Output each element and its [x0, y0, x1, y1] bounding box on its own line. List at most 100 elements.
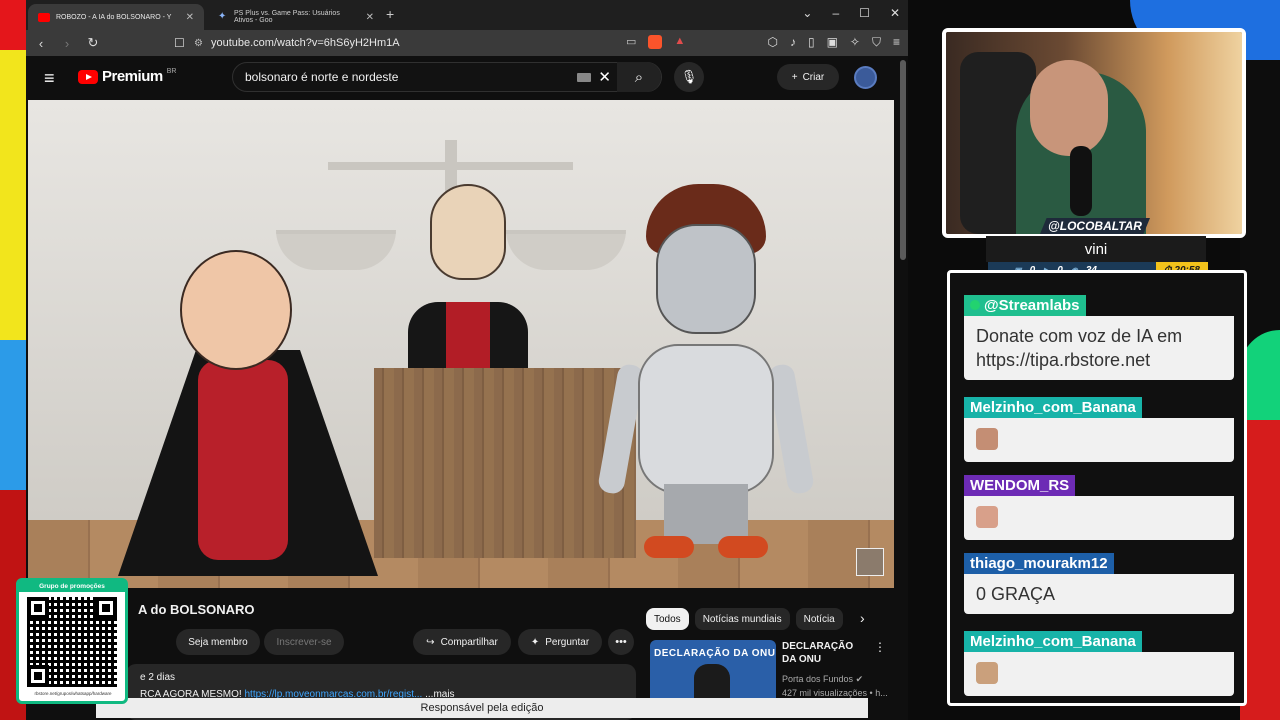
extension-icons: ⬡ ♪ ▯ ▣ ✧ ⛉ ≡ — [767, 35, 900, 50]
close-window-button[interactable]: ✕ — [890, 6, 900, 20]
channel-watermark[interactable] — [856, 548, 884, 576]
streamlabs-icon — [970, 300, 980, 310]
streamer-handle: @LOCOBALTAR — [1040, 218, 1150, 234]
new-tab-button[interactable]: + — [386, 6, 394, 22]
youtube-premium-logo[interactable]: Premium BR — [78, 68, 176, 85]
search-button[interactable]: ⌕ — [617, 62, 661, 92]
window-controls: ⌄ – ☐ ✕ — [802, 6, 900, 20]
join-button[interactable]: Seja membro — [176, 629, 260, 655]
tab-title: ROBOZO - A IA do BOLSONARO - Y — [56, 13, 172, 21]
keyboard-icon[interactable] — [577, 73, 591, 82]
streamer-face — [1030, 60, 1108, 156]
logo-region: BR — [166, 68, 177, 75]
sidebar-icon[interactable]: ▯ — [808, 35, 815, 50]
status-tooltip: Responsável pela edição — [96, 698, 868, 718]
face-emote-icon — [976, 428, 998, 450]
logo-text: Premium — [102, 68, 163, 85]
recommended-views: 427 mil visualizações • h... — [782, 688, 888, 698]
bookmark-icon[interactable]: ☐ — [174, 36, 185, 50]
upload-age: e 2 dias — [140, 672, 176, 683]
face-emote-icon — [976, 506, 998, 528]
more-options-icon[interactable]: ⋮ — [874, 640, 886, 654]
search-box[interactable]: bolsonaro é norte e nordeste ✕ ⌕ — [232, 62, 662, 92]
youtube-play-icon — [78, 69, 98, 84]
cartoon-judge — [408, 184, 528, 374]
brave-rewards-icon[interactable]: ▲ — [674, 35, 685, 49]
chat-message: WENDOM_RS — [964, 475, 1234, 540]
thumbnail-text: DECLARAÇÃO DA ONU — [654, 648, 776, 659]
tab-google[interactable]: ✦ PS Plus vs. Game Pass: Usuários Ativos… — [208, 4, 384, 30]
chat-username: Melzinho_com_Banana — [964, 397, 1142, 418]
face-emote-icon — [976, 662, 998, 684]
account-avatar[interactable] — [854, 66, 877, 89]
reload-icon[interactable]: ↻ — [86, 35, 100, 51]
url-text[interactable]: youtube.com/watch?v=6hS6yH2Hm1A — [211, 37, 400, 49]
youtube-favicon-icon — [38, 12, 50, 22]
close-tab-icon[interactable]: ✕ — [366, 12, 374, 23]
wooden-bench — [374, 368, 636, 558]
chat-message: thiago_mourakm12 0 GRAÇA — [964, 553, 1234, 614]
qr-code — [27, 597, 117, 687]
chip-all[interactable]: Todos — [646, 608, 689, 630]
tab-youtube[interactable]: ROBOZO - A IA do BOLSONARO - Y ✕ — [28, 4, 204, 30]
video-player[interactable] — [28, 100, 894, 588]
back-icon[interactable]: ‹ — [34, 36, 48, 51]
close-tab-icon[interactable]: ✕ — [186, 12, 194, 23]
menu-icon[interactable]: ≡ — [893, 35, 900, 50]
more-actions-button[interactable]: ••• — [608, 629, 634, 655]
chat-emote — [964, 652, 1234, 696]
media-icon[interactable]: ♪ — [790, 35, 796, 50]
cast-icon[interactable]: ▭ — [626, 35, 636, 49]
ask-label: Perguntar — [545, 636, 590, 648]
vpn-icon[interactable]: ⛉ — [872, 35, 881, 50]
chevron-right-icon[interactable]: › — [860, 610, 865, 626]
share-label: Compartilhar — [440, 636, 498, 648]
sparkle-icon: ✦ — [530, 636, 540, 648]
recommended-channel[interactable]: Porta dos Fundos ✔ — [782, 674, 863, 685]
subscribe-button[interactable]: Inscrever-se — [264, 629, 344, 655]
chat-username: WENDOM_RS — [964, 475, 1076, 496]
ai-icon[interactable]: ✧ — [850, 35, 860, 50]
chip-world-news[interactable]: Notícias mundiais — [694, 608, 790, 630]
recommended-title[interactable]: DECLARAÇÃO DA ONU — [782, 640, 866, 666]
chat-text: 0 GRAÇA — [964, 574, 1234, 614]
microphone — [1070, 146, 1092, 216]
site-info-icon[interactable]: ⚙ — [194, 38, 203, 49]
cartoon-robot — [596, 184, 828, 564]
chat-message: Melzinho_com_Banana — [964, 631, 1234, 696]
plus-icon: + — [791, 71, 798, 83]
share-button[interactable]: ↪ Compartilhar — [413, 629, 511, 655]
ask-button[interactable]: ✦ Perguntar — [518, 629, 602, 655]
create-button[interactable]: + Criar — [777, 64, 839, 90]
video-thumbnail[interactable]: DECLARAÇÃO DA ONU — [650, 640, 776, 704]
chat-text: Donate com voz de IA em https://tipa.rbs… — [964, 316, 1234, 380]
voice-search-button[interactable]: 🎙 — [674, 62, 704, 92]
minimize-button[interactable]: – — [832, 6, 839, 20]
search-icon: ⌕ — [634, 68, 644, 86]
wallet-icon[interactable]: ▣ — [827, 35, 838, 50]
chat-message: Melzinho_com_Banana — [964, 397, 1234, 462]
browser-toolbar: ‹ › ↻ ☐ ⚙ youtube.com/watch?v=6hS6yH2Hm1… — [26, 30, 908, 56]
page-scrollbar[interactable] — [900, 60, 906, 260]
search-input[interactable]: bolsonaro é norte e nordeste — [245, 70, 398, 84]
chat-emote — [964, 496, 1234, 540]
tab-list-icon[interactable]: ⌄ — [802, 6, 812, 20]
chat-username: @Streamlabs — [964, 295, 1086, 316]
hamburger-menu-icon[interactable]: ≡ — [44, 68, 55, 89]
create-label: Criar — [802, 71, 825, 83]
chip-news[interactable]: Notícia — [795, 608, 843, 630]
brave-shields-icon[interactable] — [648, 35, 663, 49]
tab-title: PS Plus vs. Game Pass: Usuários Ativos -… — [234, 10, 340, 24]
forward-icon[interactable]: › — [60, 36, 74, 51]
mic-icon: 🎙 — [680, 69, 698, 84]
address-bar-actions: ▭ ▲ — [626, 35, 685, 49]
extensions-icon[interactable]: ⬡ — [767, 35, 777, 50]
share-icon: ↪ — [426, 636, 435, 648]
chat-emote — [964, 418, 1234, 462]
chat-username: Melzinho_com_Banana — [964, 631, 1142, 652]
clear-search-icon[interactable]: ✕ — [598, 68, 611, 86]
recommended-video[interactable]: DECLARAÇÃO DA ONU DECLARAÇÃO DA ONU Port… — [646, 640, 896, 704]
maximize-button[interactable]: ☐ — [859, 6, 870, 20]
tab-strip: ROBOZO - A IA do BOLSONARO - Y ✕ ✦ PS Pl… — [26, 0, 908, 30]
video-title: A do BOLSONARO — [138, 602, 255, 617]
